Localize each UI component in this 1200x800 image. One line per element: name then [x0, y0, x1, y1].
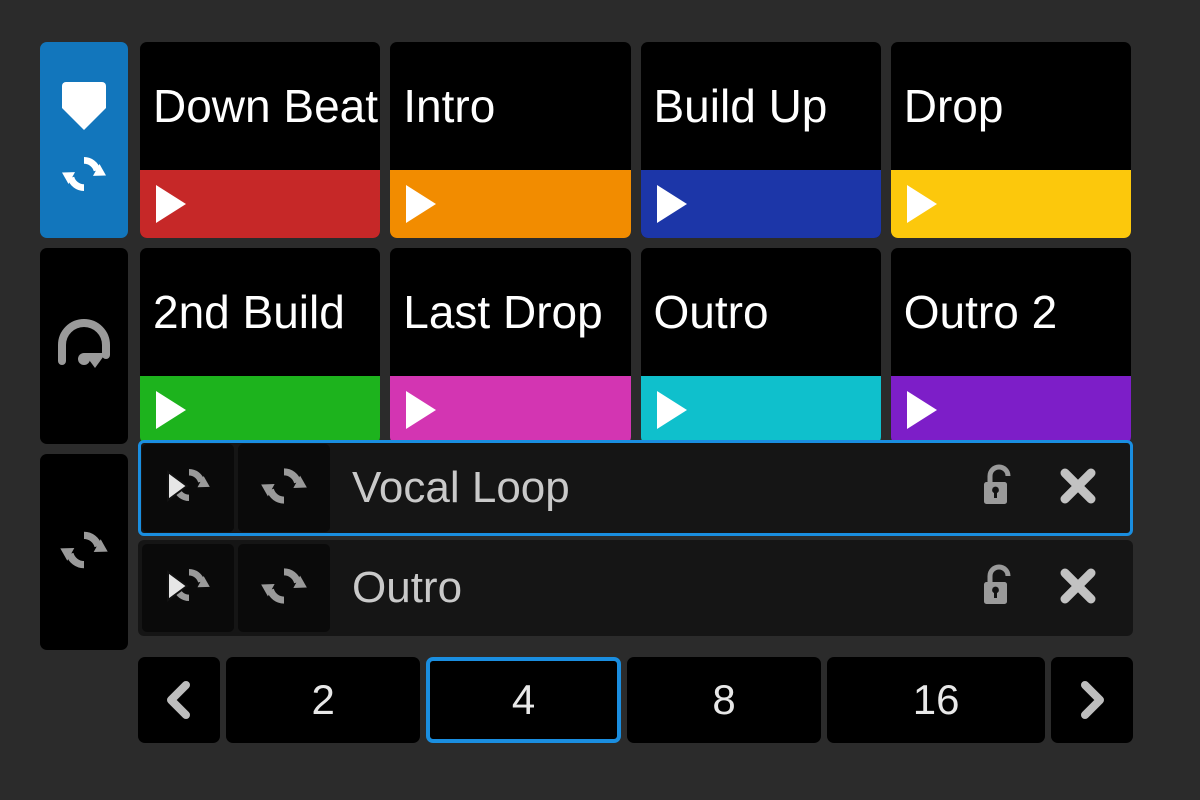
saved-loop-row[interactable]: Outro [138, 540, 1133, 636]
rail-item-loop-roll[interactable] [40, 248, 128, 444]
play-icon [907, 391, 937, 429]
loop-icon [56, 525, 112, 580]
hot-cue-pad-label: Last Drop [390, 248, 630, 376]
hot-cue-pad-label: Outro [641, 248, 881, 376]
saved-loop-actions [978, 462, 1130, 515]
loop-icon [257, 562, 311, 615]
hot-cue-play-strip[interactable] [641, 170, 881, 238]
hot-cue-play-strip[interactable] [641, 376, 881, 444]
pager-length-label: 2 [312, 676, 335, 724]
pager-next-button[interactable] [1051, 657, 1133, 743]
loop-icon [58, 151, 110, 202]
hot-cue-pad[interactable]: Drop [891, 42, 1131, 238]
hot-cue-play-strip[interactable] [390, 376, 630, 444]
saved-loop-name: Outro [330, 563, 978, 613]
saved-loop-row[interactable]: Vocal Loop [138, 440, 1133, 536]
hot-cue-pad[interactable]: Outro [641, 248, 881, 444]
pager-length-label: 8 [712, 676, 735, 724]
hot-cue-pad-label: Outro 2 [891, 248, 1131, 376]
unlock-icon[interactable] [978, 462, 1018, 515]
hot-cue-play-strip[interactable] [891, 376, 1131, 444]
loop-icon [257, 462, 311, 515]
rail-item-saved-loops[interactable] [40, 454, 128, 650]
pager-length-option[interactable]: 16 [827, 657, 1045, 743]
hot-cue-pad-label: Drop [891, 42, 1131, 170]
hot-cue-pad-label: Down Beat [140, 42, 380, 170]
loop-reloop-button[interactable] [238, 544, 330, 632]
hot-cue-pad-label: Intro [390, 42, 630, 170]
saved-loop-actions [978, 562, 1130, 615]
hot-cue-pad[interactable]: Down Beat [140, 42, 380, 238]
saved-loop-name: Vocal Loop [330, 463, 978, 513]
play-icon [156, 185, 186, 223]
pager-prev-button[interactable] [138, 657, 220, 743]
pager-length-option[interactable]: 2 [226, 657, 420, 743]
hot-cue-pad[interactable]: 2nd Build [140, 248, 380, 444]
hot-cue-pad[interactable]: Last Drop [390, 248, 630, 444]
pager-length-option[interactable]: 8 [627, 657, 821, 743]
loop-reloop-button[interactable] [238, 444, 330, 532]
hot-cue-play-strip[interactable] [140, 376, 380, 444]
close-icon[interactable] [1056, 464, 1100, 513]
hot-cue-pad[interactable]: Outro 2 [891, 248, 1131, 444]
beat-length-pager: 2 4 8 16 [138, 657, 1133, 743]
play-loop-icon [159, 561, 217, 616]
mode-rail [40, 42, 128, 650]
hot-cue-pad[interactable]: Build Up [641, 42, 881, 238]
hot-cue-play-strip[interactable] [390, 170, 630, 238]
loop-play-button[interactable] [142, 444, 234, 532]
hot-cue-play-strip[interactable] [140, 170, 380, 238]
close-icon[interactable] [1056, 564, 1100, 613]
play-icon [657, 391, 687, 429]
play-icon [406, 185, 436, 223]
unlock-icon[interactable] [978, 562, 1018, 615]
play-loop-icon [159, 461, 217, 516]
pager-length-option[interactable]: 4 [426, 657, 620, 743]
hot-cue-pad-label: Build Up [641, 42, 881, 170]
play-icon [406, 391, 436, 429]
hot-cue-pad-label: 2nd Build [140, 248, 380, 376]
pager-length-label: 4 [512, 676, 535, 724]
pager-length-label: 16 [913, 676, 960, 724]
rail-item-hot-cues[interactable] [40, 42, 128, 238]
chevron-left-icon [158, 677, 200, 723]
play-icon [657, 185, 687, 223]
hot-cue-play-strip[interactable] [891, 170, 1131, 238]
cue-marker-icon [61, 78, 107, 137]
loop-play-button[interactable] [142, 544, 234, 632]
saved-loop-list: Vocal Loop Outro [138, 440, 1133, 640]
beat-pad-panel: Down BeatIntroBuild UpDrop 2nd BuildLast … [0, 0, 1200, 800]
hot-cue-pad-grid: Down BeatIntroBuild UpDrop 2nd BuildLast … [140, 42, 1131, 444]
jump-arc-icon [53, 315, 115, 378]
play-icon [907, 185, 937, 223]
hot-cue-pad[interactable]: Intro [390, 42, 630, 238]
chevron-right-icon [1071, 677, 1113, 723]
play-icon [156, 391, 186, 429]
